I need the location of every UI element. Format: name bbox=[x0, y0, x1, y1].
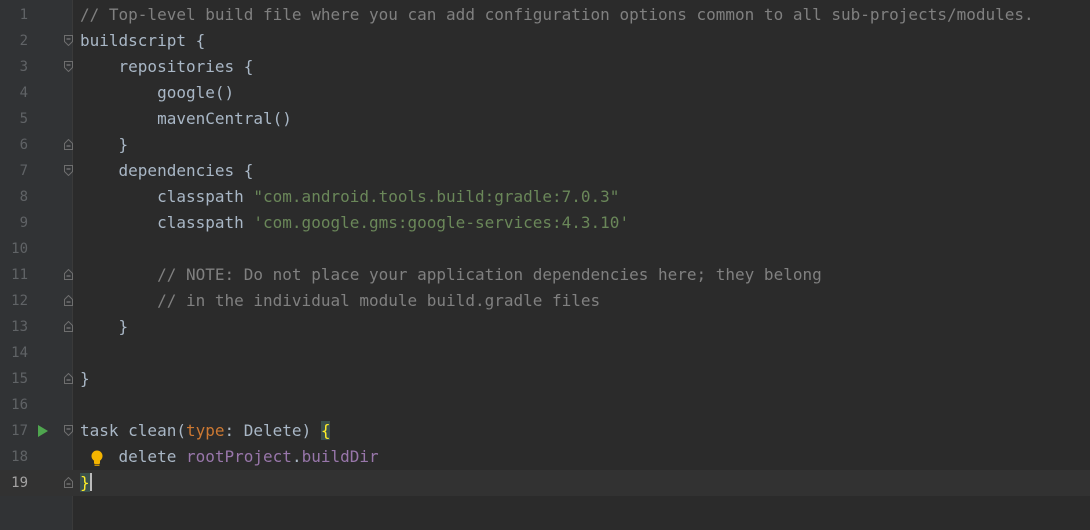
code-line-2[interactable]: 2 buildscript { bbox=[0, 28, 1090, 54]
code-text[interactable]: buildscript { bbox=[80, 28, 205, 54]
code-line-19[interactable]: 19} bbox=[0, 470, 1090, 496]
fold-end-icon[interactable] bbox=[64, 139, 73, 150]
code-text[interactable]: classpath "com.android.tools.build:gradl… bbox=[80, 184, 619, 210]
fold-end-icon[interactable] bbox=[64, 295, 73, 306]
code-line-10[interactable]: 10 bbox=[0, 236, 1090, 262]
code-text[interactable]: // Top-level build file where you can ad… bbox=[80, 2, 1034, 28]
code-line-11[interactable]: 11 // NOTE: Do not place your applicatio… bbox=[0, 262, 1090, 288]
text-caret bbox=[89, 473, 92, 491]
fold-collapse-icon[interactable] bbox=[64, 165, 73, 176]
code-line-15[interactable]: 15} bbox=[0, 366, 1090, 392]
line-number: 13 bbox=[11, 319, 28, 335]
code-text[interactable]: delete rootProject.buildDir bbox=[80, 444, 379, 470]
line-number: 16 bbox=[11, 397, 28, 413]
code-token: } bbox=[80, 369, 90, 388]
line-number: 9 bbox=[19, 215, 28, 231]
code-token: classpath bbox=[157, 213, 254, 232]
code-line-3[interactable]: 3 repositories { bbox=[0, 54, 1090, 80]
code-line-16[interactable]: 16 bbox=[0, 392, 1090, 418]
fold-collapse-icon[interactable] bbox=[64, 425, 73, 436]
fold-end-icon[interactable] bbox=[64, 477, 73, 488]
line-number: 12 bbox=[11, 293, 28, 309]
code-editor[interactable]: 1 // Top-level build file where you can a… bbox=[0, 0, 1090, 530]
code-text[interactable]: } bbox=[80, 366, 90, 392]
code-token: . bbox=[291, 447, 302, 466]
line-number: 11 bbox=[11, 267, 28, 283]
line-number: 10 bbox=[11, 241, 28, 257]
code-token: 'com.google.gms:google-services:4.3.10' bbox=[253, 213, 630, 232]
code-text[interactable]: classpath 'com.google.gms:google-service… bbox=[80, 210, 629, 236]
code-token: classpath bbox=[157, 187, 254, 206]
code-token: rootProject bbox=[185, 447, 292, 466]
code-token: buildDir bbox=[301, 447, 379, 466]
line-number: 19 bbox=[11, 475, 28, 491]
line-number: 4 bbox=[19, 85, 28, 101]
code-text[interactable]: google() bbox=[80, 80, 234, 106]
fold-end-icon[interactable] bbox=[64, 373, 73, 384]
code-token: : Delete) bbox=[224, 421, 321, 440]
code-line-18[interactable]: 18 delete rootProject.buildDir bbox=[0, 444, 1090, 470]
line-number: 6 bbox=[19, 137, 28, 153]
code-text[interactable]: } bbox=[80, 314, 129, 340]
code-text[interactable]: // in the individual module build.gradle… bbox=[80, 288, 600, 314]
code-token: type bbox=[185, 421, 225, 440]
code-token: mavenCentral() bbox=[157, 109, 292, 128]
code-token: google() bbox=[157, 83, 235, 102]
code-line-6[interactable]: 6 } bbox=[0, 132, 1090, 158]
code-line-14[interactable]: 14 bbox=[0, 340, 1090, 366]
line-number: 17 bbox=[11, 423, 28, 439]
fold-end-icon[interactable] bbox=[64, 269, 73, 280]
line-number: 5 bbox=[19, 111, 28, 127]
code-text[interactable]: mavenCentral() bbox=[80, 106, 292, 132]
code-token: } bbox=[118, 317, 129, 336]
fold-collapse-icon[interactable] bbox=[64, 61, 73, 72]
code-text[interactable]: } bbox=[80, 470, 92, 496]
code-token: // Top-level build file where you can ad… bbox=[80, 5, 1034, 24]
code-line-17[interactable]: 17 task clean(type: Delete) { bbox=[0, 418, 1090, 444]
code-line-7[interactable]: 7 dependencies { bbox=[0, 158, 1090, 184]
fold-collapse-icon[interactable] bbox=[64, 35, 73, 46]
code-token: task clean( bbox=[80, 421, 186, 440]
line-number: 2 bbox=[19, 33, 28, 49]
line-number: 3 bbox=[19, 59, 28, 75]
code-line-8[interactable]: 8 classpath "com.android.tools.build:gra… bbox=[0, 184, 1090, 210]
code-line-9[interactable]: 9 classpath 'com.google.gms:google-servi… bbox=[0, 210, 1090, 236]
code-text[interactable]: } bbox=[80, 132, 129, 158]
code-token: buildscript { bbox=[80, 31, 206, 50]
code-line-13[interactable]: 13 } bbox=[0, 314, 1090, 340]
run-task-icon[interactable] bbox=[38, 425, 48, 437]
code-text[interactable]: task clean(type: Delete) { bbox=[80, 418, 331, 444]
code-line-5[interactable]: 5 mavenCentral() bbox=[0, 106, 1090, 132]
code-token: // NOTE: Do not place your application d… bbox=[157, 265, 822, 284]
code-token: delete bbox=[118, 447, 186, 466]
code-text[interactable]: dependencies { bbox=[80, 158, 254, 184]
code-token: dependencies { bbox=[118, 161, 254, 180]
code-line-12[interactable]: 12 // in the individual module build.gra… bbox=[0, 288, 1090, 314]
code-text[interactable]: // NOTE: Do not place your application d… bbox=[80, 262, 822, 288]
line-number: 1 bbox=[19, 7, 28, 23]
code-line-4[interactable]: 4 google() bbox=[0, 80, 1090, 106]
code-token: } bbox=[118, 135, 129, 154]
code-token: "com.android.tools.build:gradle:7.0.3" bbox=[253, 187, 620, 206]
line-number: 14 bbox=[11, 345, 28, 361]
code-line-1[interactable]: 1 // Top-level build file where you can a… bbox=[0, 2, 1090, 28]
line-number: 15 bbox=[11, 371, 28, 387]
matched-brace: { bbox=[320, 421, 331, 440]
code-token: // in the individual module build.gradle… bbox=[157, 291, 601, 310]
line-number: 8 bbox=[19, 189, 28, 205]
code-token: repositories { bbox=[118, 57, 254, 76]
matched-brace: } bbox=[80, 473, 90, 492]
line-number: 18 bbox=[11, 449, 28, 465]
fold-end-icon[interactable] bbox=[64, 321, 73, 332]
code-text[interactable]: repositories { bbox=[80, 54, 254, 80]
line-number: 7 bbox=[19, 163, 28, 179]
